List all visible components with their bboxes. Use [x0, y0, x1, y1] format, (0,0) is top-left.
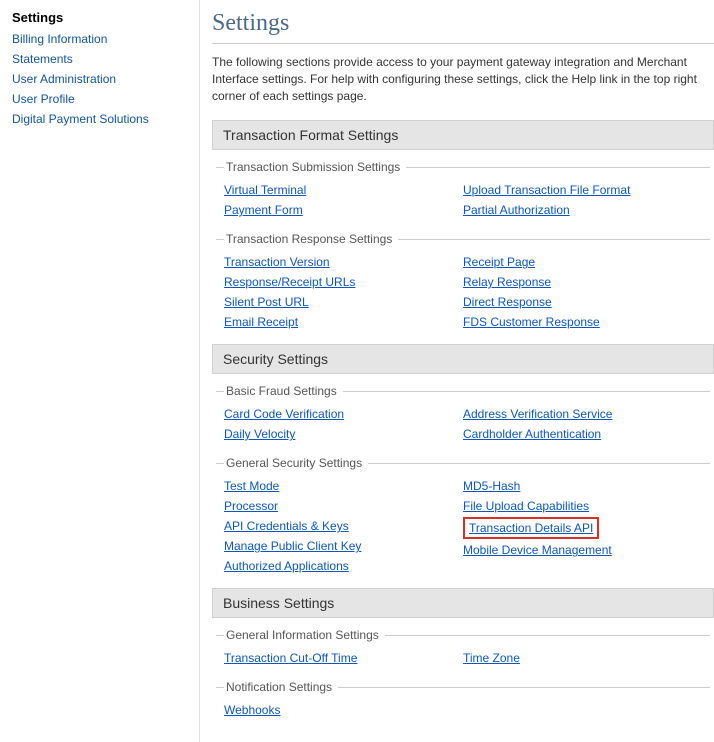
group-legend: Notification Settings	[224, 680, 338, 694]
sidebar-item[interactable]: Digital Payment Solutions	[12, 109, 187, 129]
group-legend: Transaction Response Settings	[224, 232, 398, 246]
settings-link[interactable]: Manage Public Client Key	[224, 537, 361, 555]
settings-group: Transaction Response Settings Transaction…	[216, 232, 710, 336]
title-rule	[212, 43, 714, 44]
settings-link[interactable]: Response/Receipt URLs	[224, 273, 355, 291]
intro-text: The following sections provide access to…	[212, 54, 714, 104]
settings-link[interactable]: Daily Velocity	[224, 425, 295, 443]
settings-link[interactable]: Partial Authorization	[463, 201, 570, 219]
settings-link[interactable]: Virtual Terminal	[224, 181, 306, 199]
sidebar-item[interactable]: User Profile	[12, 89, 187, 109]
settings-group: Notification Settings Webhooks	[216, 680, 710, 724]
section-header: Security Settings	[212, 344, 714, 374]
section-header: Business Settings	[212, 588, 714, 618]
sidebar: Settings Billing InformationStatementsUs…	[0, 0, 200, 742]
settings-link[interactable]: Webhooks	[224, 701, 280, 719]
settings-link[interactable]: Transaction Details API	[469, 519, 593, 537]
settings-link[interactable]: Receipt Page	[463, 253, 535, 271]
settings-group: Basic Fraud Settings Card Code Verificati…	[216, 384, 710, 448]
sidebar-item[interactable]: User Administration	[12, 69, 187, 89]
settings-group: General Information Settings Transaction …	[216, 628, 710, 672]
settings-link[interactable]: File Upload Capabilities	[463, 497, 589, 515]
section-header: Transaction Format Settings	[212, 120, 714, 150]
settings-group: Transaction Submission Settings Virtual T…	[216, 160, 710, 224]
settings-link[interactable]: Relay Response	[463, 273, 551, 291]
settings-link[interactable]: MD5-Hash	[463, 477, 520, 495]
settings-link[interactable]: Silent Post URL	[224, 293, 309, 311]
settings-link[interactable]: API Credentials & Keys	[224, 517, 349, 535]
settings-link[interactable]: Authorized Applications	[224, 557, 349, 575]
settings-link[interactable]: Address Verification Service	[463, 405, 612, 423]
sidebar-item[interactable]: Billing Information	[12, 29, 187, 49]
settings-link[interactable]: Test Mode	[224, 477, 279, 495]
sidebar-title: Settings	[12, 10, 187, 25]
page-title: Settings	[212, 10, 714, 37]
settings-link[interactable]: Cardholder Authentication	[463, 425, 601, 443]
highlight-box: Transaction Details API	[463, 517, 599, 539]
settings-link[interactable]: Processor	[224, 497, 278, 515]
settings-link[interactable]: Payment Form	[224, 201, 303, 219]
settings-link[interactable]: FDS Customer Response	[463, 313, 600, 331]
main-content: Settings The following sections provide …	[200, 0, 714, 742]
settings-link[interactable]: Direct Response	[463, 293, 552, 311]
sidebar-item[interactable]: Statements	[12, 49, 187, 69]
settings-link[interactable]: Time Zone	[463, 649, 520, 667]
settings-link[interactable]: Transaction Cut-Off Time	[224, 649, 357, 667]
group-legend: Basic Fraud Settings	[224, 384, 343, 398]
settings-link[interactable]: Card Code Verification	[224, 405, 344, 423]
settings-link[interactable]: Transaction Version	[224, 253, 330, 271]
settings-link[interactable]: Mobile Device Management	[463, 541, 612, 559]
group-legend: General Information Settings	[224, 628, 385, 642]
settings-group: General Security Settings Test Mode Proces…	[216, 456, 710, 580]
settings-link[interactable]: Upload Transaction File Format	[463, 181, 630, 199]
group-legend: Transaction Submission Settings	[224, 160, 406, 174]
settings-link[interactable]: Email Receipt	[224, 313, 298, 331]
group-legend: General Security Settings	[224, 456, 368, 470]
